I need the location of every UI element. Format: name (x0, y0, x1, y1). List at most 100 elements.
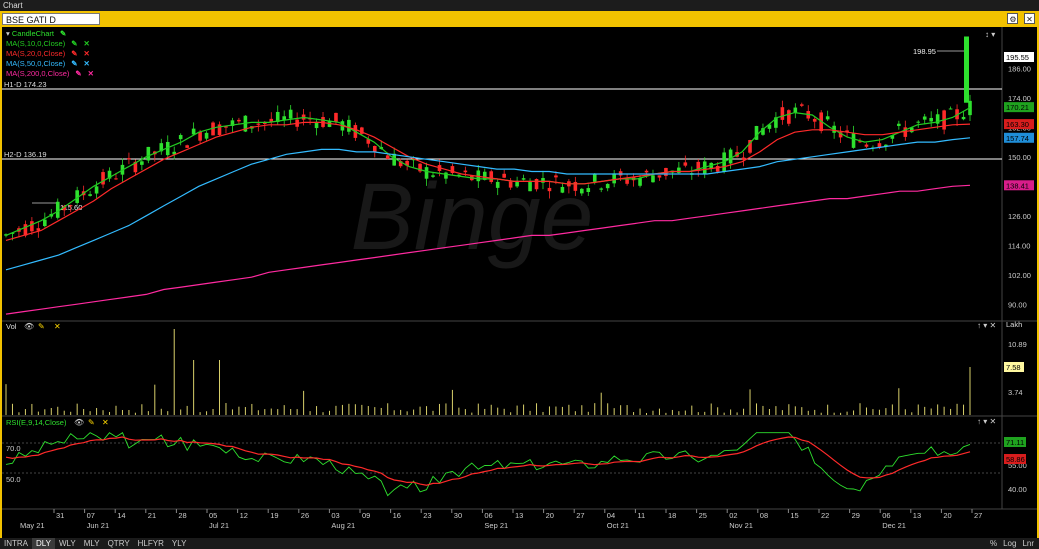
close-icon[interactable]: ✕ (1024, 13, 1035, 24)
rsi-line[interactable] (5, 432, 971, 497)
pencil-icon[interactable]: ✎ (75, 69, 81, 79)
candle-body[interactable] (644, 170, 649, 173)
candle-body[interactable] (55, 201, 60, 218)
scale-linear[interactable]: Lnr (1019, 538, 1037, 549)
candle-body[interactable] (372, 145, 377, 152)
candle-body[interactable] (347, 119, 351, 132)
legend-ma50[interactable]: MA(S,50,0,Close) ✎ ✕ (6, 59, 94, 69)
close-icon[interactable]: ✕ (83, 59, 89, 69)
interval-qtry[interactable]: QTRY (104, 538, 134, 549)
candle-body[interactable] (929, 117, 933, 122)
candle-body[interactable] (528, 181, 532, 192)
rsi-panel-controls[interactable]: ↑ ▾ ✕ (977, 417, 996, 426)
candle-body[interactable] (787, 110, 791, 124)
candle-body[interactable] (288, 109, 293, 119)
candle-body[interactable] (780, 107, 785, 120)
candle-body[interactable] (651, 175, 655, 183)
interval-wly[interactable]: WLY (55, 538, 80, 549)
candle-body[interactable] (851, 133, 856, 148)
candle-body[interactable] (256, 123, 261, 125)
chart-svg[interactable]: Binge H1-D 174.23 H2-D 136.19 198.95 115… (2, 27, 1037, 538)
candle-body[interactable] (534, 179, 539, 190)
vol-eye-icon[interactable]: 👁 (24, 322, 34, 331)
candle-body[interactable] (88, 194, 92, 196)
candle-body[interactable] (140, 161, 144, 165)
settings-icon[interactable]: ⚙ (1007, 13, 1019, 24)
pencil-icon[interactable]: ✎ (71, 59, 77, 69)
candle-body[interactable] (204, 132, 209, 139)
candle-body[interactable] (599, 188, 604, 190)
interval-yly[interactable]: YLY (168, 538, 191, 549)
interval-hlfyr[interactable]: HLFYR (134, 538, 168, 549)
rsi-edit-icon[interactable]: ✎ (88, 418, 95, 427)
candle-body[interactable] (178, 135, 183, 140)
candle-body[interactable] (625, 179, 629, 184)
candle-body[interactable] (677, 167, 681, 173)
candle-body[interactable] (605, 183, 610, 189)
candle-body[interactable] (592, 173, 597, 182)
rsi-signal-line[interactable] (5, 436, 971, 486)
interval-intra[interactable]: INTRA (0, 538, 32, 549)
candle-body[interactable] (237, 119, 241, 122)
candle-body[interactable] (101, 172, 105, 185)
rsi-lines[interactable] (5, 432, 971, 497)
date-axis[interactable]: 31 May 21 07Jun 21 14 21 28 05Jul 21 12 19 26 03Au… (20, 509, 982, 530)
candle-body[interactable] (94, 186, 99, 194)
candle-body[interactable] (495, 181, 500, 188)
candle-body[interactable] (146, 146, 151, 161)
candle-body[interactable] (431, 175, 435, 177)
pencil-icon[interactable]: ✎ (71, 39, 77, 49)
candle-body[interactable] (30, 221, 34, 232)
vol-panel-controls[interactable]: ↑ ▾ ✕ (977, 321, 996, 330)
scale-percent[interactable]: % (987, 538, 1000, 549)
candle-body[interactable] (961, 116, 966, 120)
interval-mly[interactable]: MLY (80, 538, 104, 549)
close-icon[interactable]: ✕ (83, 49, 89, 59)
symbol-input[interactable]: BSE GATI D (2, 13, 100, 25)
candle-body[interactable] (508, 181, 513, 188)
interval-dly[interactable]: DLY (32, 538, 55, 549)
candle-body[interactable] (334, 112, 338, 122)
close-icon[interactable]: ✕ (88, 69, 94, 79)
close-icon[interactable]: ✕ (83, 39, 89, 49)
candle-body[interactable] (612, 173, 616, 184)
candle-body[interactable] (948, 108, 953, 110)
candle-body[interactable] (799, 104, 804, 106)
candle-body[interactable] (521, 178, 526, 180)
candle-body[interactable] (217, 124, 222, 135)
rsi-eye-icon[interactable]: 👁 (74, 418, 84, 427)
candle-body[interactable] (68, 205, 73, 207)
candle-body[interactable] (502, 173, 506, 178)
candle-body[interactable] (547, 187, 552, 192)
rsi-remove-icon[interactable]: ✕ (102, 418, 109, 427)
price-panel-controls[interactable]: ↕ ▾ (985, 30, 995, 39)
candle-body[interactable] (825, 116, 830, 120)
candle-body[interactable] (185, 145, 189, 148)
candle-body[interactable] (554, 175, 558, 178)
legend-candle[interactable]: ▾ CandleChart ✎ (6, 29, 94, 39)
candle-body[interactable] (560, 186, 565, 193)
legend-ma20[interactable]: MA(S,20,0,Close) ✎ ✕ (6, 49, 94, 59)
legend-ma10[interactable]: MA(S,10,0,Close) ✎ ✕ (6, 39, 94, 49)
pencil-icon[interactable]: ✎ (60, 29, 66, 39)
candle-body[interactable] (728, 149, 733, 164)
candle-body[interactable] (127, 158, 131, 160)
chart-area[interactable]: Binge H1-D 174.23 H2-D 136.19 198.95 115… (2, 27, 1037, 538)
vol-edit-icon[interactable]: ✎ (38, 322, 45, 331)
candle-body[interactable] (812, 118, 817, 122)
candle-body[interactable] (392, 153, 396, 166)
candle-body[interactable] (916, 121, 921, 123)
candle-body[interactable] (864, 144, 869, 147)
candle-body[interactable] (580, 188, 584, 194)
candle-body[interactable] (23, 224, 28, 236)
candle-body[interactable] (683, 162, 688, 166)
volume-bars[interactable] (5, 329, 971, 415)
vol-remove-icon[interactable]: ✕ (54, 322, 61, 331)
candle-body[interactable] (191, 128, 196, 135)
candle-body[interactable] (424, 167, 429, 179)
candle-body[interactable] (489, 171, 494, 182)
scale-log[interactable]: Log (1000, 538, 1019, 549)
candle-body[interactable] (586, 188, 591, 193)
pencil-icon[interactable]: ✎ (71, 49, 77, 59)
candle-body[interactable] (618, 171, 623, 176)
